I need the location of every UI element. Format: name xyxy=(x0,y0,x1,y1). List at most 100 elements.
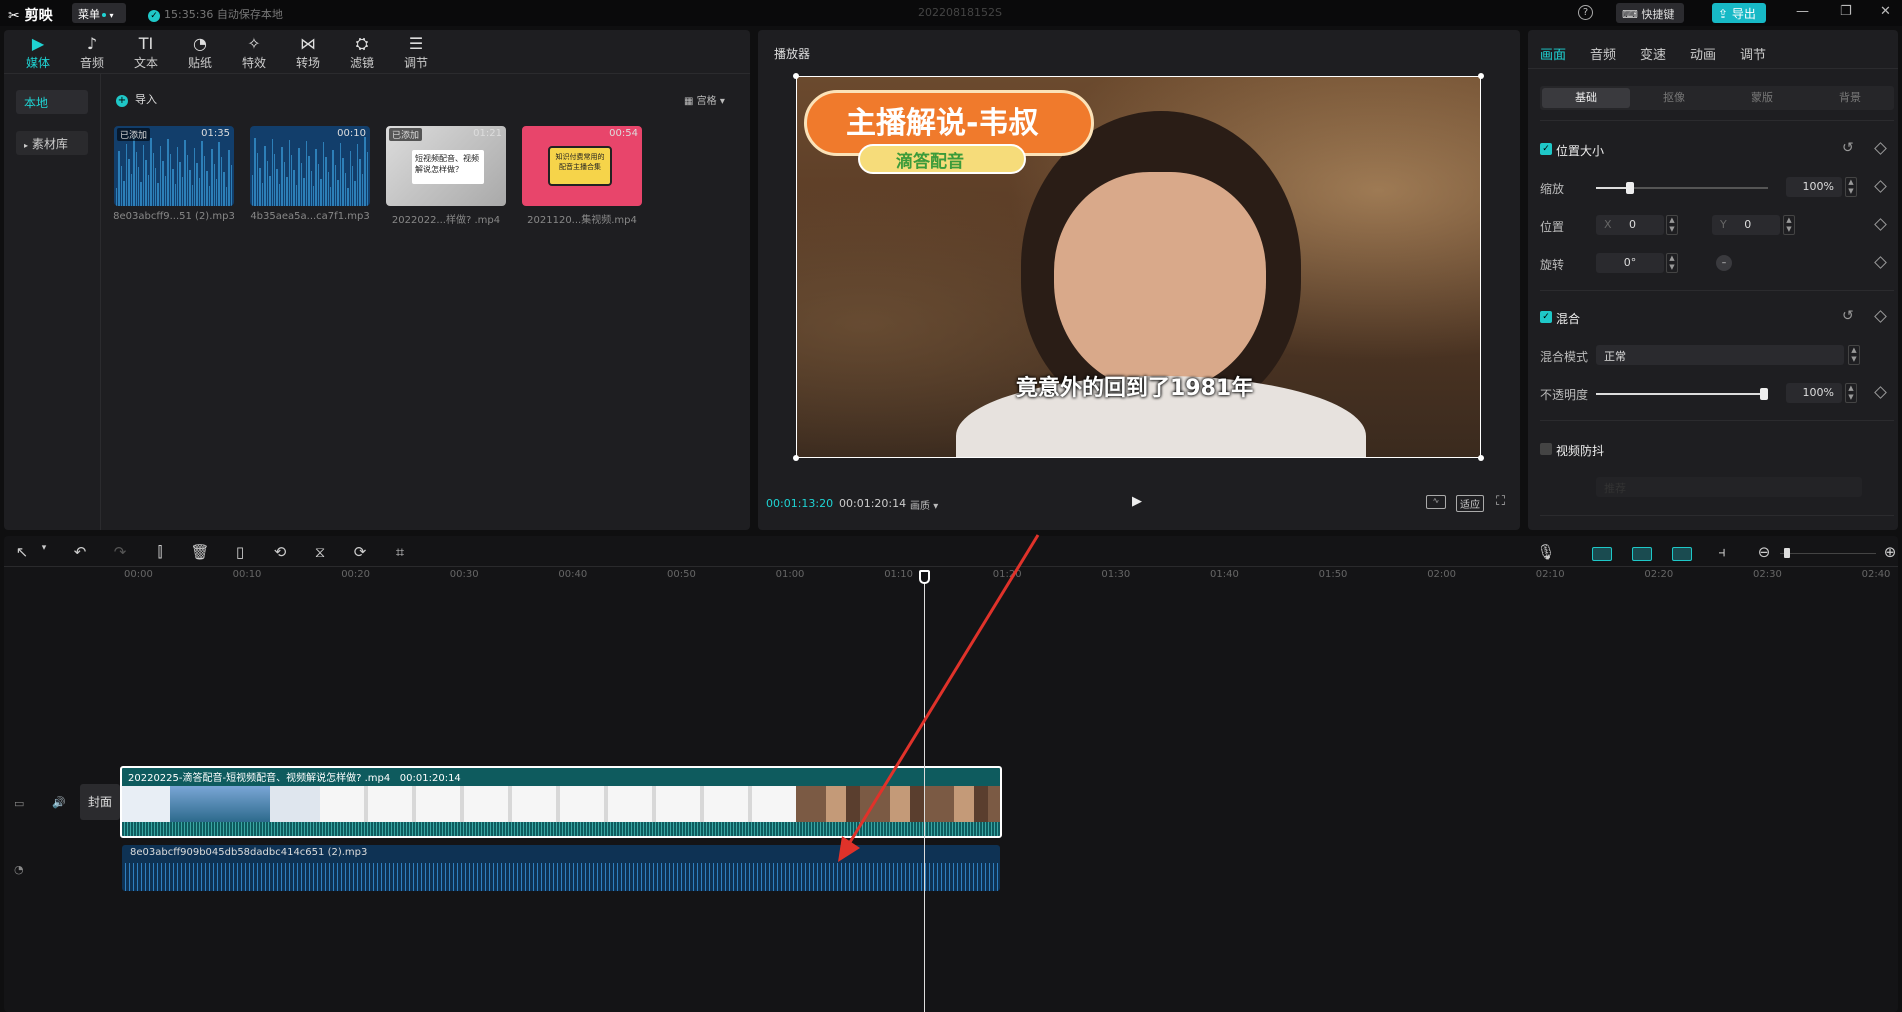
props-sub-tab[interactable]: 背景 xyxy=(1806,88,1894,108)
position-y-input[interactable]: Y 0 xyxy=(1712,215,1780,235)
split-icon[interactable]: ⫿ xyxy=(150,543,170,561)
audio-track-icon[interactable]: ◔ xyxy=(14,863,24,876)
ruler-tick-label: 00:10 xyxy=(232,569,262,580)
auto-snap-icon[interactable] xyxy=(1632,547,1652,561)
tab-transition[interactable]: ⋈ 转场 xyxy=(286,34,330,71)
import-button[interactable]: + 导入 xyxy=(116,91,157,107)
rotate-icon[interactable]: ⟳ xyxy=(350,543,370,561)
help-icon[interactable]: ? xyxy=(1578,5,1593,20)
close-icon[interactable]: ✕ xyxy=(1880,4,1891,19)
shortcut-label: 快捷键 xyxy=(1641,8,1675,21)
media-item[interactable]: 知识付费常用的配音主播合集 00:54 xyxy=(522,126,642,206)
tab-sticker[interactable]: ◔ 贴纸 xyxy=(178,34,222,71)
position-x-stepper[interactable]: ▲ ▼ xyxy=(1666,215,1678,235)
resize-handle-tr[interactable] xyxy=(1478,73,1484,79)
chevron-down-icon[interactable]: ▾ xyxy=(34,543,54,553)
shortcut-button[interactable]: ⌨ 快捷键 xyxy=(1616,3,1684,23)
main-track-magnet-icon[interactable] xyxy=(1592,547,1612,561)
tab-audio[interactable]: ♪ 音频 xyxy=(70,34,114,71)
scale-slider-knob[interactable] xyxy=(1626,182,1635,194)
zoom-out-icon[interactable]: ⊖ xyxy=(1754,543,1774,561)
tab-label: 媒体 xyxy=(25,56,50,70)
play-icon[interactable]: ▶ xyxy=(1132,494,1142,509)
transition-icon: ⋈ xyxy=(300,34,316,53)
menu-button[interactable]: 菜单 ▾ xyxy=(72,3,126,23)
microphone-icon[interactable]: 🎙 xyxy=(1536,543,1556,561)
chevron-down-icon: ▾ xyxy=(109,11,114,20)
scale-input[interactable]: 100% xyxy=(1786,177,1842,197)
track-audio-icon[interactable]: 🔊 xyxy=(52,796,66,809)
fullscreen-icon[interactable]: ⛶ xyxy=(1496,494,1505,509)
resize-handle-br[interactable] xyxy=(1478,455,1484,461)
tab-effects[interactable]: ✧ 特效 xyxy=(232,34,276,71)
tab-media[interactable]: ▶ 媒体 xyxy=(16,34,60,71)
side-local-button[interactable]: 本地 xyxy=(16,90,88,114)
fit-button[interactable]: 适应 xyxy=(1456,495,1484,512)
tab-adjust[interactable]: ☰ 调节 xyxy=(394,34,438,71)
rotate-stepper[interactable]: ▲ ▼ xyxy=(1666,253,1678,273)
media-item[interactable]: 已添加 01:35 xyxy=(114,126,234,206)
tab-label: 贴纸 xyxy=(187,56,212,70)
tab-text[interactable]: TI 文本 xyxy=(124,34,168,71)
zoom-slider-knob[interactable] xyxy=(1784,548,1790,558)
restore-icon[interactable]: ❐ xyxy=(1840,4,1852,19)
props-tab[interactable]: 画面 xyxy=(1540,44,1566,63)
rotate-dial-icon[interactable]: – xyxy=(1716,255,1732,271)
redo-icon[interactable]: ↷ xyxy=(110,543,130,561)
reverse-icon[interactable]: ⟲ xyxy=(270,543,290,561)
video-track-icon[interactable]: ▭ xyxy=(14,797,24,810)
position-x-input[interactable]: X 0 xyxy=(1596,215,1664,235)
blend-checkbox[interactable]: ✓ xyxy=(1540,311,1552,323)
waveform-icon[interactable]: ∿ xyxy=(1426,495,1446,509)
stabilize-level-select[interactable]: 推荐 xyxy=(1596,477,1862,497)
props-sub-tab[interactable]: 基础 xyxy=(1542,88,1630,108)
blend-mode-stepper[interactable]: ▲ ▼ xyxy=(1848,345,1860,365)
opacity-stepper[interactable]: ▲ ▼ xyxy=(1845,383,1857,403)
props-tab[interactable]: 调节 xyxy=(1740,44,1766,63)
media-duration: 01:21 xyxy=(473,128,502,139)
reset-icon[interactable]: ↺ xyxy=(1842,140,1854,156)
quality-select[interactable]: 画质 ▾ xyxy=(910,497,938,512)
crop-icon[interactable]: ⌗ xyxy=(390,543,410,561)
undo-icon[interactable]: ↶ xyxy=(70,543,90,561)
media-item[interactable]: 00:10 xyxy=(250,126,370,206)
side-library-label: 素材库 xyxy=(31,137,68,151)
view-mode-select[interactable]: ▦ 宫格 ▾ xyxy=(684,92,725,107)
opacity-input[interactable]: 100% xyxy=(1786,383,1842,403)
side-library-button[interactable]: ▸ 素材库 xyxy=(16,131,88,155)
position-y-stepper[interactable]: ▲ ▼ xyxy=(1783,215,1795,235)
mirror-icon[interactable]: ⧖ xyxy=(310,543,330,561)
cover-button[interactable]: 封面 xyxy=(80,784,120,820)
blend-mode-select[interactable]: 正常 xyxy=(1596,345,1844,365)
props-sub-tab[interactable]: 抠像 xyxy=(1630,88,1718,108)
reset-icon[interactable]: ↺ xyxy=(1842,308,1854,324)
stabilize-checkbox[interactable] xyxy=(1540,443,1552,455)
zoom-slider-track[interactable] xyxy=(1780,553,1876,554)
opacity-slider-knob[interactable] xyxy=(1760,388,1768,400)
tab-filter[interactable]: ⛭ 滤镜 xyxy=(340,34,384,71)
preview-axis-icon[interactable]: ⫞ xyxy=(1712,543,1732,561)
export-button[interactable]: ⇪ 导出 xyxy=(1712,3,1766,23)
zoom-in-icon[interactable]: ⊕ xyxy=(1880,543,1900,561)
delete-icon[interactable]: 🗑 xyxy=(190,543,210,561)
props-tab[interactable]: 音频 xyxy=(1590,44,1616,63)
select-tool-icon[interactable]: ↖ xyxy=(12,543,32,561)
properties-tab-divider xyxy=(1528,68,1898,69)
total-time: 00:01:20:14 xyxy=(839,497,907,510)
media-item[interactable]: 短视频配音、视频解说怎样做？ 已添加 01:21 xyxy=(386,126,506,206)
props-tab[interactable]: 动画 xyxy=(1690,44,1716,63)
video-clip-name: 20220225-滴答配音-短视频配音、视频解说怎样做? .mp4 xyxy=(128,773,391,784)
media-item-name: 4b35aea5a...ca7f1.mp3 xyxy=(250,211,370,222)
props-sub-tab[interactable]: 蒙版 xyxy=(1718,88,1806,108)
rotate-input[interactable]: 0° xyxy=(1596,253,1664,273)
media-icon: ▶ xyxy=(31,34,45,53)
resize-handle-bl[interactable] xyxy=(793,455,799,461)
props-tab[interactable]: 变速 xyxy=(1640,44,1666,63)
export-icon: ⇪ xyxy=(1718,7,1729,21)
freeze-icon[interactable]: ▯ xyxy=(230,543,250,561)
resize-handle-tl[interactable] xyxy=(793,73,799,79)
linkage-icon[interactable] xyxy=(1672,547,1692,561)
minimize-icon[interactable]: — xyxy=(1796,4,1809,19)
pos-size-checkbox[interactable]: ✓ xyxy=(1540,143,1552,155)
scale-stepper[interactable]: ▲ ▼ xyxy=(1845,177,1857,197)
